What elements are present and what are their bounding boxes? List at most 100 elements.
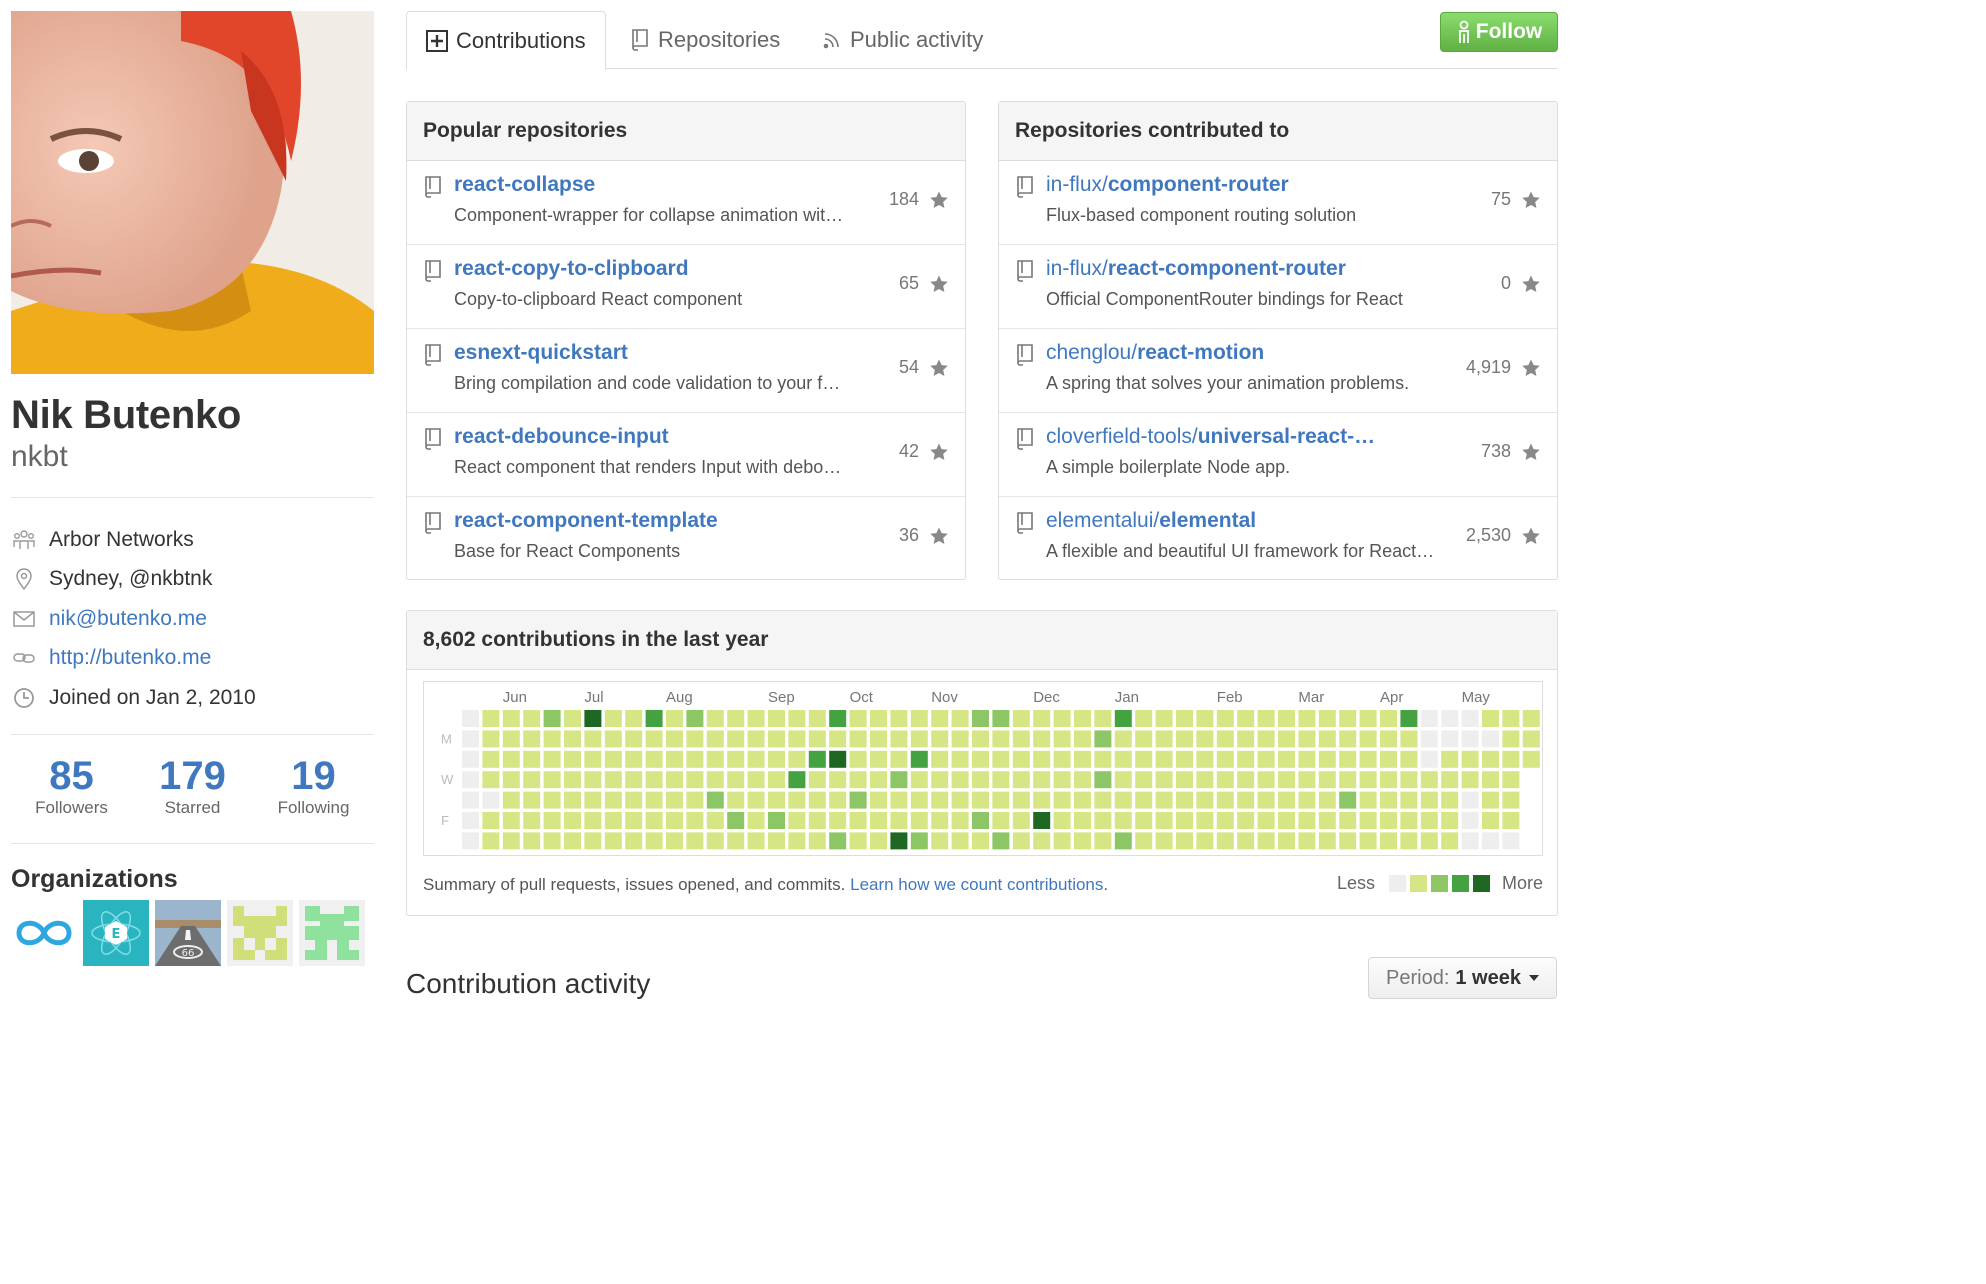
contribution-day-cell[interactable] bbox=[1502, 771, 1520, 789]
contribution-day-cell[interactable] bbox=[829, 750, 847, 768]
contribution-day-cell[interactable] bbox=[625, 710, 643, 727]
contribution-day-cell[interactable] bbox=[747, 791, 765, 809]
contribution-day-cell[interactable] bbox=[1094, 710, 1112, 727]
contribution-day-cell[interactable] bbox=[462, 710, 479, 727]
contribution-day-cell[interactable] bbox=[972, 771, 989, 789]
contribution-day-cell[interactable] bbox=[645, 832, 663, 850]
contribution-day-cell[interactable] bbox=[1441, 710, 1459, 727]
contribution-day-cell[interactable] bbox=[829, 812, 847, 829]
contribution-day-cell[interactable] bbox=[1216, 832, 1234, 850]
period-select-button[interactable]: Period: 1 week bbox=[1368, 957, 1557, 999]
contribution-day-cell[interactable] bbox=[1461, 750, 1479, 768]
contribution-day-cell[interactable] bbox=[1359, 771, 1377, 789]
contribution-day-cell[interactable] bbox=[1033, 771, 1051, 789]
contribution-day-cell[interactable] bbox=[564, 730, 581, 748]
contribution-day-cell[interactable] bbox=[1482, 771, 1499, 789]
contribution-day-cell[interactable] bbox=[564, 812, 581, 829]
contribution-day-cell[interactable] bbox=[706, 791, 724, 809]
contribution-day-cell[interactable] bbox=[604, 730, 622, 748]
contribution-day-cell[interactable] bbox=[543, 750, 561, 768]
contribution-day-cell[interactable] bbox=[666, 812, 683, 829]
contribution-day-cell[interactable] bbox=[829, 730, 847, 748]
contribution-day-cell[interactable] bbox=[849, 771, 867, 789]
repo-link[interactable]: in-flux/component-router bbox=[1046, 173, 1289, 197]
contribution-day-cell[interactable] bbox=[910, 812, 928, 829]
contribution-day-cell[interactable] bbox=[1114, 750, 1132, 768]
contribution-day-cell[interactable] bbox=[625, 791, 643, 809]
contribution-day-cell[interactable] bbox=[1461, 730, 1479, 748]
contribution-day-cell[interactable] bbox=[502, 771, 520, 789]
contribution-day-cell[interactable] bbox=[584, 791, 602, 809]
contribution-day-cell[interactable] bbox=[1135, 750, 1153, 768]
contribution-day-cell[interactable] bbox=[645, 730, 663, 748]
contribution-day-cell[interactable] bbox=[686, 750, 704, 768]
tab-public-activity[interactable]: Public activity bbox=[822, 11, 983, 69]
contribution-day-cell[interactable] bbox=[910, 791, 928, 809]
contribution-day-cell[interactable] bbox=[972, 710, 989, 727]
contribution-day-cell[interactable] bbox=[1135, 730, 1153, 748]
contribution-day-cell[interactable] bbox=[1400, 771, 1418, 789]
contribution-day-cell[interactable] bbox=[1237, 791, 1255, 809]
contribution-day-cell[interactable] bbox=[951, 771, 969, 789]
contribution-day-cell[interactable] bbox=[1278, 771, 1295, 789]
contribution-day-cell[interactable] bbox=[1176, 710, 1193, 727]
contribution-day-cell[interactable] bbox=[625, 730, 643, 748]
contribution-day-cell[interactable] bbox=[1380, 791, 1397, 809]
contribution-day-cell[interactable] bbox=[870, 832, 887, 850]
contribution-day-cell[interactable] bbox=[870, 730, 887, 748]
contribution-day-cell[interactable] bbox=[1420, 710, 1438, 727]
contribution-day-cell[interactable] bbox=[523, 710, 541, 727]
repo-stars[interactable]: 65 bbox=[899, 273, 949, 294]
contribution-day-cell[interactable] bbox=[747, 750, 765, 768]
contribution-day-cell[interactable] bbox=[1522, 710, 1540, 727]
contribution-day-cell[interactable] bbox=[1339, 730, 1357, 748]
contribution-day-cell[interactable] bbox=[686, 710, 704, 727]
contribution-day-cell[interactable] bbox=[584, 710, 602, 727]
contribution-day-cell[interactable] bbox=[788, 730, 806, 748]
contribution-day-cell[interactable] bbox=[870, 710, 887, 727]
contribution-day-cell[interactable] bbox=[1420, 750, 1438, 768]
tab-contributions[interactable]: Contributions bbox=[406, 11, 606, 70]
contribution-day-cell[interactable] bbox=[1135, 771, 1153, 789]
contribution-day-cell[interactable] bbox=[972, 812, 989, 829]
contribution-day-cell[interactable] bbox=[1094, 832, 1112, 850]
repo-link[interactable]: in-flux/react-component-router bbox=[1046, 257, 1346, 281]
repo-stars[interactable]: 4,919 bbox=[1466, 357, 1541, 378]
contribution-day-cell[interactable] bbox=[1359, 832, 1377, 850]
contribution-day-cell[interactable] bbox=[951, 750, 969, 768]
contribution-day-cell[interactable] bbox=[1053, 750, 1071, 768]
contribution-day-cell[interactable] bbox=[890, 710, 908, 727]
contribution-day-cell[interactable] bbox=[910, 730, 928, 748]
contribution-day-cell[interactable] bbox=[666, 730, 683, 748]
contribution-day-cell[interactable] bbox=[1257, 750, 1275, 768]
contribution-day-cell[interactable] bbox=[829, 710, 847, 727]
contribution-day-cell[interactable] bbox=[523, 791, 541, 809]
starred-stat[interactable]: 179 Starred bbox=[132, 750, 253, 818]
contribution-day-cell[interactable] bbox=[1380, 832, 1397, 850]
contribution-day-cell[interactable] bbox=[1380, 710, 1397, 727]
contribution-day-cell[interactable] bbox=[747, 832, 765, 850]
contribution-day-cell[interactable] bbox=[543, 730, 561, 748]
contribution-day-cell[interactable] bbox=[1216, 771, 1234, 789]
contribution-day-cell[interactable] bbox=[1074, 710, 1091, 727]
contribution-day-cell[interactable] bbox=[1257, 832, 1275, 850]
contribution-day-cell[interactable] bbox=[890, 791, 908, 809]
contribution-day-cell[interactable] bbox=[584, 730, 602, 748]
contribution-day-cell[interactable] bbox=[564, 832, 581, 850]
website-link[interactable]: http://butenko.me bbox=[49, 646, 211, 670]
contribution-day-cell[interactable] bbox=[992, 730, 1010, 748]
contribution-day-cell[interactable] bbox=[543, 771, 561, 789]
contribution-day-cell[interactable] bbox=[992, 832, 1010, 850]
contribution-day-cell[interactable] bbox=[931, 791, 949, 809]
contribution-day-cell[interactable] bbox=[645, 771, 663, 789]
contribution-day-cell[interactable] bbox=[1441, 791, 1459, 809]
contribution-day-cell[interactable] bbox=[604, 832, 622, 850]
contribution-day-cell[interactable] bbox=[972, 750, 989, 768]
contribution-day-cell[interactable] bbox=[1298, 730, 1316, 748]
contribution-day-cell[interactable] bbox=[1257, 710, 1275, 727]
contribution-day-cell[interactable] bbox=[788, 710, 806, 727]
contribution-day-cell[interactable] bbox=[1298, 832, 1316, 850]
contribution-day-cell[interactable] bbox=[584, 812, 602, 829]
contribution-day-cell[interactable] bbox=[1359, 791, 1377, 809]
contribution-day-cell[interactable] bbox=[1114, 791, 1132, 809]
